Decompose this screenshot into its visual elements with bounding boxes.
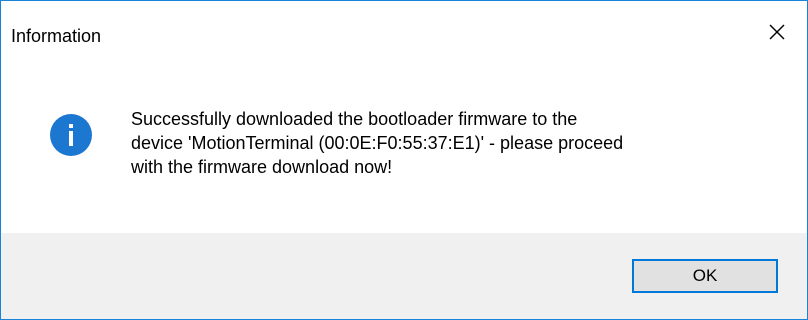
dialog-footer: OK bbox=[1, 233, 807, 319]
message-line: Successfully downloaded the bootloader f… bbox=[131, 109, 578, 129]
close-button[interactable] bbox=[747, 1, 807, 63]
dialog-title: Information bbox=[11, 26, 102, 46]
dialog-content: Successfully downloaded the bootloader f… bbox=[1, 63, 807, 233]
information-dialog: Information Successfully downloaded the … bbox=[0, 0, 808, 320]
message-line: with the firmware download now! bbox=[131, 157, 393, 177]
message-line: device 'MotionTerminal (00:0E:F0:55:37:E… bbox=[131, 133, 624, 153]
close-icon bbox=[769, 24, 785, 40]
title-bar: Information bbox=[1, 1, 807, 63]
dialog-message: Successfully downloaded the bootloader f… bbox=[131, 107, 771, 179]
information-icon bbox=[50, 114, 92, 156]
ok-button[interactable]: OK bbox=[632, 259, 778, 293]
